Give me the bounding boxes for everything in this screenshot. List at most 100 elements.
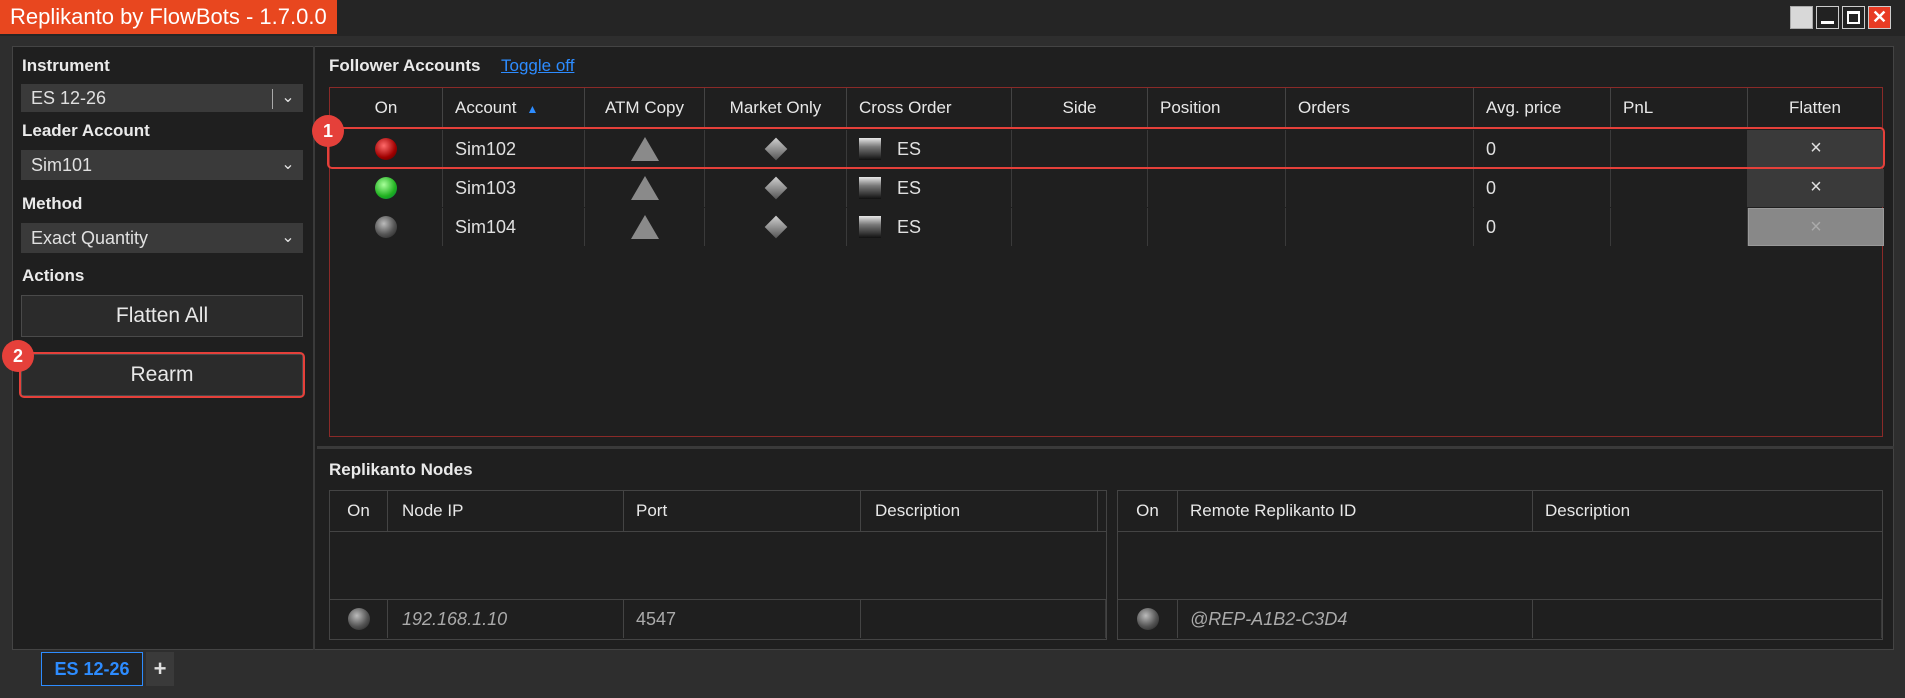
sort-ascending-icon: ▲ xyxy=(526,102,539,116)
on-cell xyxy=(330,208,443,246)
cross-order-cell: ES xyxy=(847,169,1012,207)
position-cell xyxy=(1148,208,1286,246)
toggle-off-link[interactable]: Toggle off xyxy=(501,56,574,76)
app-title: Replikanto by FlowBots - 1.7.0.0 xyxy=(0,0,337,34)
column-header-on[interactable]: On xyxy=(1118,491,1178,531)
leader-account-value: Sim101 xyxy=(31,155,93,175)
orders-cell xyxy=(1286,169,1474,207)
header-divider xyxy=(330,531,1106,532)
column-header-description[interactable]: Description xyxy=(861,491,1098,531)
side-cell xyxy=(1012,169,1148,207)
column-header-port[interactable]: Port xyxy=(624,491,861,531)
cross-order-cell: ES xyxy=(847,208,1012,246)
instrument-label: Instrument xyxy=(22,56,110,75)
market-only-cell xyxy=(705,169,847,207)
window-option-icon[interactable] xyxy=(1790,6,1813,29)
title-bar: Replikanto by FlowBots - 1.7.0.0 ✕ xyxy=(0,0,1905,36)
annotation-badge-1: 1 xyxy=(312,115,344,147)
market-only-diamond-icon[interactable] xyxy=(764,176,788,200)
node-ip-cell[interactable]: 192.168.1.10 xyxy=(388,600,624,638)
cross-order-value: ES xyxy=(897,178,922,198)
column-header-market-only[interactable]: Market Only xyxy=(705,88,847,128)
on-cell xyxy=(330,600,388,638)
column-header-on[interactable]: On xyxy=(330,88,443,128)
table-row[interactable]: Sim103 ES 0 × xyxy=(330,169,1884,207)
column-header-pnl[interactable]: PnL xyxy=(1611,88,1748,128)
side-cell xyxy=(1012,208,1148,246)
column-header-side[interactable]: Side xyxy=(1012,88,1148,128)
sidebar: Instrument ES 12-26 ⌄ Leader Account Sim… xyxy=(12,46,315,650)
on-cell xyxy=(1118,600,1178,638)
cross-order-checkbox[interactable] xyxy=(859,177,881,199)
instrument-value: ES 12-26 xyxy=(31,88,107,108)
column-header-node-ip[interactable]: Node IP xyxy=(388,491,624,531)
table-row[interactable]: 192.168.1.10 4547 xyxy=(330,600,1106,638)
actions-label: Actions xyxy=(22,266,85,285)
section-divider[interactable] xyxy=(317,446,1894,449)
flatten-button-disabled[interactable]: × xyxy=(1748,208,1884,246)
tab-es-12-26[interactable]: ES 12-26 xyxy=(41,652,143,686)
minimize-icon[interactable] xyxy=(1816,6,1839,29)
table-row[interactable]: Sim104 ES 0 × xyxy=(330,208,1884,246)
column-header-position[interactable]: Position xyxy=(1148,88,1286,128)
highlight-rearm-box xyxy=(19,352,305,398)
column-header-orders[interactable]: Orders xyxy=(1286,88,1474,128)
chevron-down-icon[interactable]: ⌄ xyxy=(273,223,303,253)
atm-copy-triangle-icon[interactable] xyxy=(631,176,659,200)
column-header-flatten[interactable]: Flatten xyxy=(1748,88,1882,128)
column-header-remote-id[interactable]: Remote Replikanto ID xyxy=(1178,491,1533,531)
leader-account-select[interactable]: Sim101 ⌄ xyxy=(21,150,303,180)
flatten-all-button[interactable]: Flatten All xyxy=(21,295,303,337)
atm-copy-cell xyxy=(585,169,705,207)
highlight-row-box xyxy=(327,127,1885,169)
follower-accounts-title: Follower Accounts xyxy=(329,56,481,75)
market-only-cell xyxy=(705,208,847,246)
orders-cell xyxy=(1286,208,1474,246)
description-cell[interactable] xyxy=(861,600,1106,638)
column-header-cross-order[interactable]: Cross Order xyxy=(847,88,1012,128)
method-select[interactable]: Exact Quantity ⌄ xyxy=(21,223,303,253)
description-cell[interactable] xyxy=(1533,600,1882,638)
remote-id-cell[interactable]: @REP-A1B2-C3D4 xyxy=(1178,600,1533,638)
chevron-down-icon[interactable]: ⌄ xyxy=(273,150,303,180)
account-cell: Sim104 xyxy=(443,208,585,246)
status-led-off-icon[interactable] xyxy=(375,216,397,238)
column-header-on[interactable]: On xyxy=(330,491,388,531)
position-cell xyxy=(1148,169,1286,207)
chevron-down-icon[interactable]: ⌄ xyxy=(273,84,303,114)
instrument-select[interactable]: ES 12-26 ⌄ xyxy=(21,84,303,112)
replikanto-nodes-title: Replikanto Nodes xyxy=(329,460,473,479)
column-header-description[interactable]: Description xyxy=(1533,491,1882,531)
annotation-badge-2: 2 xyxy=(2,340,34,372)
pnl-cell xyxy=(1611,169,1748,207)
method-value: Exact Quantity xyxy=(31,228,149,248)
avg-price-cell: 0 xyxy=(1474,208,1611,246)
market-only-diamond-icon[interactable] xyxy=(764,215,788,239)
status-led-green-icon[interactable] xyxy=(375,177,397,199)
cross-order-checkbox[interactable] xyxy=(859,216,881,238)
column-header-avg-price[interactable]: Avg. price xyxy=(1474,88,1611,128)
flatten-button[interactable]: × xyxy=(1748,169,1884,207)
column-header-account[interactable]: Account ▲ xyxy=(443,88,585,128)
method-label: Method xyxy=(22,194,83,213)
atm-copy-triangle-icon[interactable] xyxy=(631,215,659,239)
port-cell[interactable]: 4547 xyxy=(624,600,861,638)
cross-order-value: ES xyxy=(897,217,922,237)
leader-account-label: Leader Account xyxy=(22,121,150,140)
maximize-icon[interactable] xyxy=(1842,6,1865,29)
nodes-table: On Node IP Port Description 192.168.1.10… xyxy=(329,490,1107,640)
account-cell: Sim103 xyxy=(443,169,585,207)
column-header-account-label: Account xyxy=(455,98,517,117)
close-icon[interactable]: ✕ xyxy=(1868,6,1891,29)
column-header-atm-copy[interactable]: ATM Copy xyxy=(585,88,705,128)
status-led-off-icon[interactable] xyxy=(348,608,370,630)
on-cell xyxy=(330,169,443,207)
remote-nodes-table: On Remote Replikanto ID Description @REP… xyxy=(1117,490,1883,640)
avg-price-cell: 0 xyxy=(1474,169,1611,207)
header-divider xyxy=(1118,531,1882,532)
table-row[interactable]: @REP-A1B2-C3D4 xyxy=(1118,600,1882,638)
add-tab-icon[interactable]: + xyxy=(146,652,174,686)
pnl-cell xyxy=(1611,208,1748,246)
atm-copy-cell xyxy=(585,208,705,246)
status-led-off-icon[interactable] xyxy=(1137,608,1159,630)
